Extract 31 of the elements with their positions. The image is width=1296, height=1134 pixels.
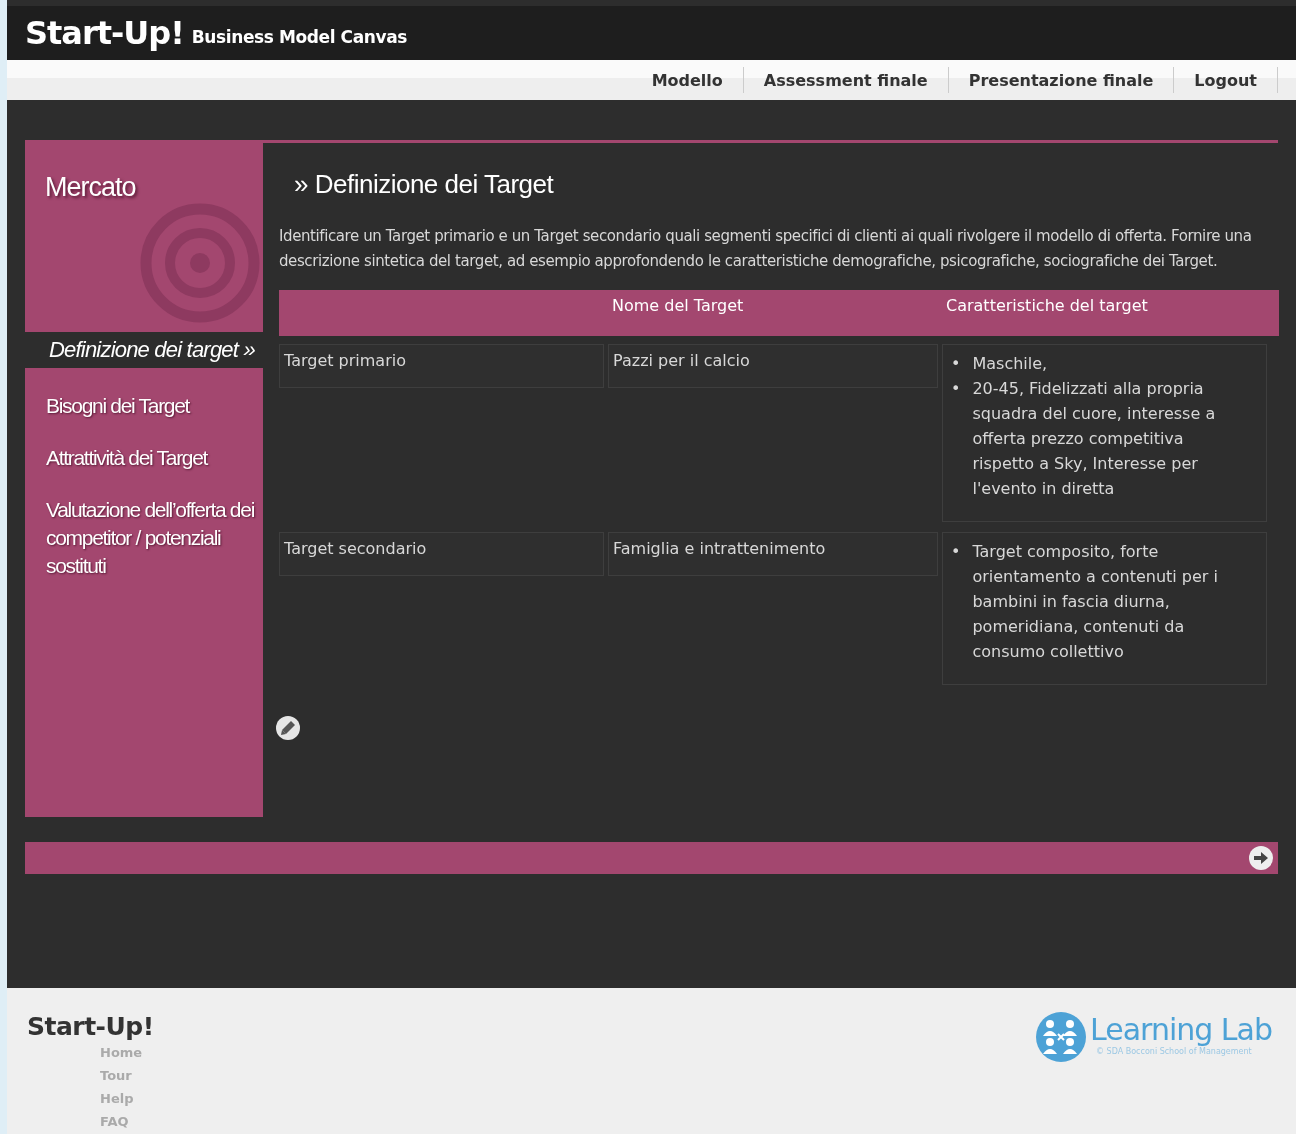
table-cell: Famiglia e intrattenimento xyxy=(608,532,938,576)
bullet-mark: • xyxy=(951,353,961,375)
page-title: » Definizione dei Target xyxy=(294,169,555,200)
trait-item: Target composito, forte orientamento a contenuti per i bambini in fascia diurna, pomeridiana, contenuti da consumo collettivo xyxy=(972,541,1219,663)
site-subtitle: Business Model Canvas xyxy=(191,27,407,47)
brand-logo: Start-Up! xyxy=(25,14,184,52)
table-cell: Target secondario xyxy=(279,532,604,576)
partner-name: Learning Lab xyxy=(1090,1012,1272,1047)
table-cell: Pazzi per il calcio xyxy=(608,344,938,388)
people-logo-icon xyxy=(1036,1012,1087,1062)
nav-link[interactable]: Modello xyxy=(631,67,744,93)
sidebar-item[interactable]: Attrattività dei Target xyxy=(25,438,263,490)
table-cell: Target primario xyxy=(279,344,604,388)
sidebar-item[interactable]: Definizione dei target » xyxy=(25,332,263,368)
sidebar-item[interactable]: Bisogni dei Target xyxy=(25,386,263,438)
column-header: Caratteristiche del target xyxy=(945,295,1149,317)
nav-link[interactable]: Assessment finale xyxy=(743,67,949,93)
footer-brand: Start-Up! xyxy=(27,1012,154,1041)
description-text: Identificare un Target primario e un Target secondario quali segmenti specifici di clienti ai quali rivolgere il modello di offerta. Fornire una descrizione sintetica del target, ad esempio approfondendo le caratteristiche demografiche, psicografiche, sociografiche dei Target. xyxy=(279,226,1253,272)
trait-item: Maschile, xyxy=(972,353,1048,375)
partner-tagline: © SDA Bocconi School of Management xyxy=(1096,1047,1253,1056)
next-button[interactable] xyxy=(1248,845,1274,871)
trait-item: 20-45, Fidelizzati alla propria squadra del cuore, interesse a offerta prezzo competitiva rispetto a Sky, Interesse per l'evento in diretta xyxy=(972,378,1217,500)
edit-button[interactable] xyxy=(275,715,301,741)
nav-link[interactable]: Logout xyxy=(1174,67,1278,93)
bullet-mark: • xyxy=(951,541,961,563)
column-header: Nome del Target xyxy=(611,295,745,317)
sidebar-item[interactable]: Valutazione dell’offerta dei competitor / potenziali sostituti xyxy=(25,490,263,598)
section-title: Mercato xyxy=(45,172,136,203)
bullet-mark: • xyxy=(951,378,961,400)
nav-link[interactable]: Presentazione finale xyxy=(948,67,1175,93)
